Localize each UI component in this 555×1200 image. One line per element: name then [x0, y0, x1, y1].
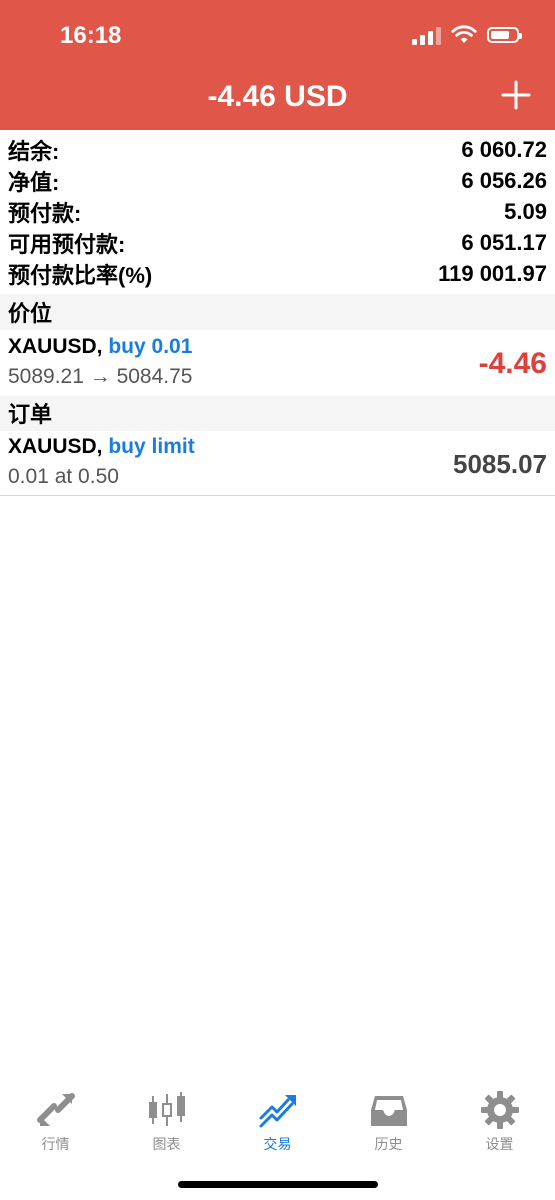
order-price: 5085.07 — [453, 449, 547, 479]
order-title: XAUUSD, buy limit — [8, 435, 195, 459]
order-detail: 0.01 at 0.50 — [8, 465, 119, 488]
bottom-tab-bar: 行情 图表 交易 历史 设置 — [0, 1080, 555, 1160]
battery-icon — [487, 27, 522, 43]
position-row[interactable]: XAUUSD, buy 0.01 5089.21 → 5084.75 -4.46 — [0, 331, 555, 395]
position-action: buy 0.01 — [108, 335, 193, 358]
margin-label: 预付款: — [8, 200, 82, 226]
balance-label: 结余: — [8, 138, 60, 164]
margin-level-label: 预付款比率(%) — [8, 262, 153, 288]
tab-charts[interactable]: 图表 — [111, 1080, 222, 1160]
status-time: 16:18 — [60, 22, 122, 49]
equity-label: 净值: — [8, 169, 60, 195]
balance-value: 6 060.72 — [461, 136, 547, 162]
account-summary: 结余: 6 060.72 净值: 6 056.26 预付款: 5.09 可用预付… — [0, 134, 555, 289]
candlestick-chart-icon — [148, 1092, 185, 1126]
quotes-icon — [36, 1093, 75, 1126]
add-button[interactable] — [499, 78, 533, 112]
orders-section-header: 订单 — [0, 395, 555, 431]
position-profit: -4.46 — [478, 347, 547, 380]
list-divider — [0, 495, 555, 496]
margin-value: 5.09 — [504, 198, 547, 224]
positions-section-header: 价位 — [0, 294, 555, 330]
order-row[interactable]: XAUUSD, buy limit 0.01 at 0.50 5085.07 — [0, 431, 555, 495]
order-action: buy limit — [108, 435, 195, 458]
equity-value: 6 056.26 — [461, 167, 547, 193]
status-icons — [412, 25, 522, 45]
position-prices: 5089.21 → 5084.75 — [8, 365, 193, 388]
account-profit-title: -4.46 USD — [207, 80, 348, 113]
tab-trade[interactable]: 交易 — [222, 1080, 333, 1160]
tab-trade-label: 交易 — [263, 1136, 292, 1152]
tab-quotes-label: 行情 — [41, 1136, 70, 1152]
position-symbol: XAUUSD, — [8, 335, 103, 358]
tab-quotes[interactable]: 行情 — [0, 1080, 111, 1160]
app-header: 16:18 -4.46 USD — [0, 0, 555, 130]
home-indicator — [178, 1181, 378, 1188]
cellular-signal-icon — [412, 25, 441, 45]
free-margin-value: 6 051.17 — [461, 229, 547, 255]
settings-gear-icon — [480, 1091, 519, 1129]
tab-charts-label: 图表 — [152, 1136, 181, 1152]
margin-level-value: 119 001.97 — [438, 260, 547, 286]
wifi-icon — [451, 25, 477, 43]
tab-history[interactable]: 历史 — [333, 1080, 444, 1160]
trade-icon — [259, 1095, 296, 1128]
summary-row-free-margin: 可用预付款: 6 051.17 — [0, 227, 555, 258]
tab-settings-label: 设置 — [485, 1136, 514, 1152]
order-symbol: XAUUSD, — [8, 435, 103, 458]
summary-row-balance: 结余: 6 060.72 — [0, 134, 555, 165]
tab-settings[interactable]: 设置 — [444, 1080, 555, 1160]
summary-row-margin: 预付款: 5.09 — [0, 196, 555, 227]
history-inbox-icon — [370, 1096, 407, 1126]
position-title: XAUUSD, buy 0.01 — [8, 335, 192, 359]
free-margin-label: 可用预付款: — [8, 231, 126, 257]
summary-row-margin-level: 预付款比率(%) 119 001.97 — [0, 258, 555, 289]
summary-row-equity: 净值: 6 056.26 — [0, 165, 555, 196]
tab-history-label: 历史 — [374, 1136, 403, 1152]
